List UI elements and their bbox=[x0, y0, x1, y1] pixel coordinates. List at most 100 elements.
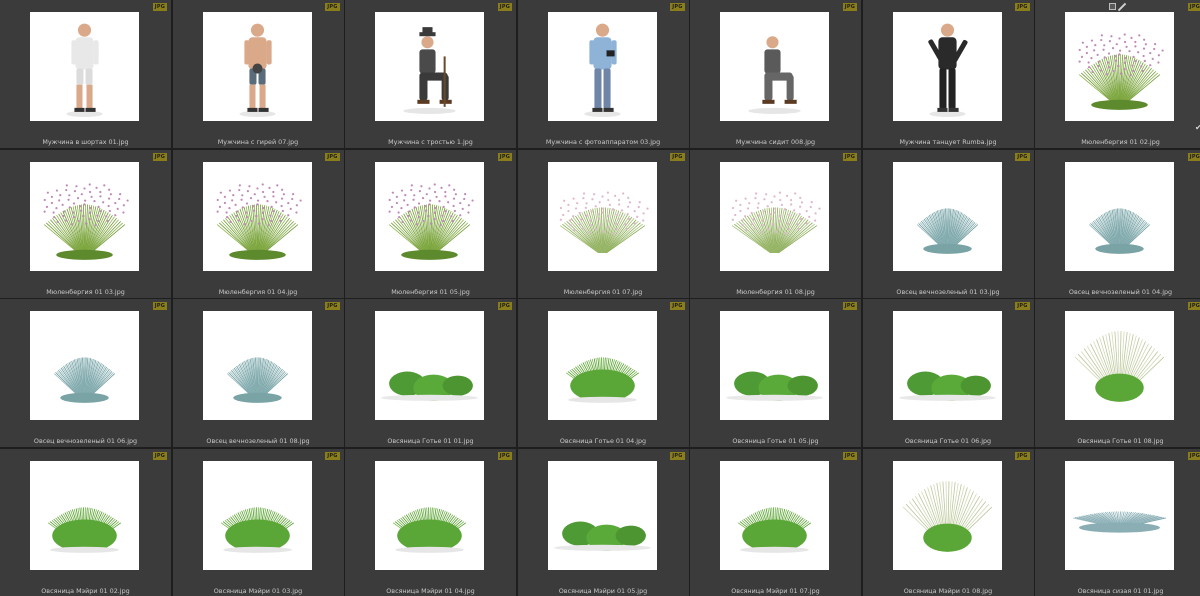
file-thumbnail-image[interactable] bbox=[30, 460, 139, 570]
file-name-label: Мужчина с фотоаппаратом 03.jpg bbox=[545, 138, 661, 146]
file-thumbnail-image[interactable] bbox=[375, 12, 484, 121]
file-thumbnail-image[interactable] bbox=[547, 12, 657, 121]
file-thumbnail-image[interactable] bbox=[720, 161, 829, 271]
file-type-badge: JPG bbox=[325, 302, 340, 310]
file-thumbnail-image[interactable] bbox=[1065, 460, 1174, 570]
file-thumbnail-image[interactable] bbox=[720, 12, 829, 121]
file-name-label: Овсяница Мэйри 01 08.jpg bbox=[903, 586, 993, 595]
file-thumbnail-image[interactable] bbox=[547, 161, 657, 271]
file-name-label: Мужчина с тростью 1.jpg bbox=[388, 138, 473, 146]
file-thumbnail-image[interactable] bbox=[202, 460, 312, 570]
file-type-badge: JPG bbox=[1187, 152, 1200, 161]
file-name-label: Мюленбергия 01 02.jpg bbox=[1081, 138, 1160, 146]
file-tile[interactable]: JPG Овсец вечнозеленый 01 08.jpg bbox=[172, 299, 344, 447]
file-type-badge: JPG bbox=[497, 152, 512, 161]
file-tile[interactable]: JPG Мужчина с фотоаппаратом 03.jpg bbox=[517, 0, 689, 148]
file-type-badge: JPG bbox=[497, 302, 512, 310]
file-name-label: Мюленбергия 01 08.jpg bbox=[736, 287, 815, 296]
file-thumbnail-image[interactable] bbox=[720, 460, 829, 570]
file-tile[interactable]: JPG Мюленбергия 01 04.jpg bbox=[172, 149, 344, 298]
file-name-label: Овсяница Готье 01 06.jpg bbox=[904, 437, 992, 445]
file-type-badge: JPG bbox=[325, 152, 340, 161]
file-tile[interactable]: JPG Овсяница Мэйри 01 04.jpg bbox=[345, 448, 516, 596]
file-tile[interactable]: JPG Овсяница Готье 01 05.jpg bbox=[690, 299, 861, 447]
file-tile[interactable]: JPG Овсяница Мэйри 01 07.jpg bbox=[690, 448, 861, 596]
file-tile[interactable]: JPG Мужчина с гирей 07.jpg bbox=[172, 0, 344, 148]
file-tile[interactable]: JPG Мужчина танцует Rumba.jpg bbox=[862, 0, 1034, 148]
file-type-badge: JPG bbox=[325, 451, 340, 460]
file-type-badge: JPG bbox=[152, 3, 167, 11]
file-tile[interactable]: JPG Мужчина сидит 008.jpg bbox=[690, 0, 861, 148]
file-thumbnail-image[interactable] bbox=[892, 161, 1002, 271]
file-tile[interactable]: JPG Овсяница Мэйри 01 05.jpg bbox=[517, 448, 689, 596]
file-thumbnail-image[interactable] bbox=[547, 311, 657, 420]
file-thumbnail-image[interactable] bbox=[30, 311, 139, 420]
file-name-label: Овсец вечнозеленый 01 03.jpg bbox=[896, 287, 1000, 296]
file-thumbnail-image[interactable] bbox=[375, 161, 484, 271]
file-name-label: Мюленбергия 01 07.jpg bbox=[563, 287, 643, 296]
file-thumbnail-image[interactable] bbox=[202, 311, 312, 420]
file-name-label: Мюленбергия 01 03.jpg bbox=[46, 287, 125, 296]
file-type-badge: JPG bbox=[1015, 3, 1030, 11]
file-thumbnail-image[interactable] bbox=[30, 12, 139, 121]
file-type-badge: JPG bbox=[670, 451, 685, 460]
file-thumbnail-image[interactable] bbox=[1065, 161, 1174, 271]
file-tile[interactable]: JPG Овсяница сизая 01 01.jpg bbox=[1035, 448, 1200, 596]
file-type-badge: JPG bbox=[842, 302, 857, 310]
file-thumbnail-grid: JPG Мужчина в шортах 01.jpg JPG Мужчина с … bbox=[0, 0, 1200, 596]
file-tile[interactable]: JPG Мюленбергия 01 02.jpg ✔ bbox=[1035, 0, 1200, 148]
file-thumbnail-image[interactable] bbox=[892, 460, 1002, 570]
file-name-label: Овсяница сизая 01 01.jpg bbox=[1077, 586, 1164, 595]
file-type-badge: JPG bbox=[1187, 451, 1200, 460]
file-thumbnail-image[interactable] bbox=[892, 311, 1002, 420]
file-tile[interactable]: JPG Мужчина с тростью 1.jpg bbox=[345, 0, 516, 148]
file-tile[interactable]: JPG Мюленбергия 01 08.jpg bbox=[690, 149, 861, 298]
file-type-badge: JPG bbox=[1187, 3, 1200, 11]
file-tile[interactable]: JPG Овсяница Готье 01 01.jpg bbox=[345, 299, 516, 447]
file-thumbnail-image[interactable] bbox=[30, 161, 139, 271]
file-tile[interactable]: JPG Мужчина в шортах 01.jpg bbox=[0, 0, 171, 148]
tile-tools bbox=[1109, 3, 1126, 11]
file-type-badge: JPG bbox=[325, 3, 340, 11]
file-thumbnail-image[interactable] bbox=[375, 460, 484, 570]
file-thumbnail-image[interactable] bbox=[375, 311, 484, 420]
file-thumbnail-image[interactable] bbox=[720, 311, 829, 420]
file-type-badge: JPG bbox=[1187, 302, 1200, 310]
file-name-label: Овсец вечнозеленый 01 06.jpg bbox=[33, 437, 138, 445]
file-name-label: Овсяница Готье 01 05.jpg bbox=[732, 437, 819, 445]
file-tile[interactable]: JPG Овсец вечнозеленый 01 06.jpg bbox=[0, 299, 171, 447]
file-tile[interactable]: JPG Овсец вечнозеленый 01 03.jpg bbox=[862, 149, 1034, 298]
file-name-label: Мужчина с гирей 07.jpg bbox=[217, 138, 299, 146]
file-tile[interactable]: JPG Овсяница Готье 01 06.jpg bbox=[862, 299, 1034, 447]
file-type-badge: JPG bbox=[1015, 152, 1030, 161]
file-name-label: Овсяница Мэйри 01 05.jpg bbox=[558, 586, 648, 595]
file-tile[interactable]: JPG Мюленбергия 01 03.jpg bbox=[0, 149, 171, 298]
file-thumbnail-image[interactable] bbox=[547, 460, 657, 570]
file-thumbnail-image[interactable] bbox=[202, 12, 312, 121]
file-tile[interactable]: JPG Овсяница Мэйри 01 02.jpg bbox=[0, 448, 171, 596]
file-thumbnail-image[interactable] bbox=[202, 161, 312, 271]
file-tile[interactable]: JPG Овсяница Мэйри 01 08.jpg bbox=[862, 448, 1034, 596]
file-type-badge: JPG bbox=[670, 302, 685, 310]
file-type-badge: JPG bbox=[1015, 451, 1030, 460]
file-name-label: Мюленбергия 01 05.jpg bbox=[391, 287, 470, 296]
file-type-badge: JPG bbox=[670, 3, 685, 11]
edit-pencil-icon[interactable] bbox=[1118, 3, 1126, 11]
file-name-label: Овсяница Готье 01 01.jpg bbox=[387, 437, 474, 445]
file-tile[interactable]: JPG Мюленбергия 01 07.jpg bbox=[517, 149, 689, 298]
file-type-badge: JPG bbox=[152, 152, 167, 161]
file-type-badge: JPG bbox=[497, 3, 512, 11]
checkmark-icon[interactable]: ✔ bbox=[1195, 124, 1200, 132]
file-thumbnail-image[interactable] bbox=[1065, 12, 1174, 121]
file-type-badge: JPG bbox=[842, 3, 857, 11]
file-name-label: Мужчина сидит 008.jpg bbox=[735, 138, 816, 146]
file-name-label: Овсяница Мэйри 01 03.jpg bbox=[213, 586, 303, 595]
file-thumbnail-image[interactable] bbox=[1065, 311, 1174, 420]
file-tile[interactable]: JPG Мюленбергия 01 05.jpg bbox=[345, 149, 516, 298]
file-tile[interactable]: JPG Овсяница Готье 01 04.jpg bbox=[517, 299, 689, 447]
select-checkbox-icon[interactable] bbox=[1109, 3, 1116, 10]
file-tile[interactable]: JPG Овсяница Мэйри 01 03.jpg bbox=[172, 448, 344, 596]
file-thumbnail-image[interactable] bbox=[892, 12, 1002, 121]
file-tile[interactable]: JPG Овсец вечнозеленый 01 04.jpg bbox=[1035, 149, 1200, 298]
file-tile[interactable]: JPG Овсяница Готье 01 08.jpg bbox=[1035, 299, 1200, 447]
